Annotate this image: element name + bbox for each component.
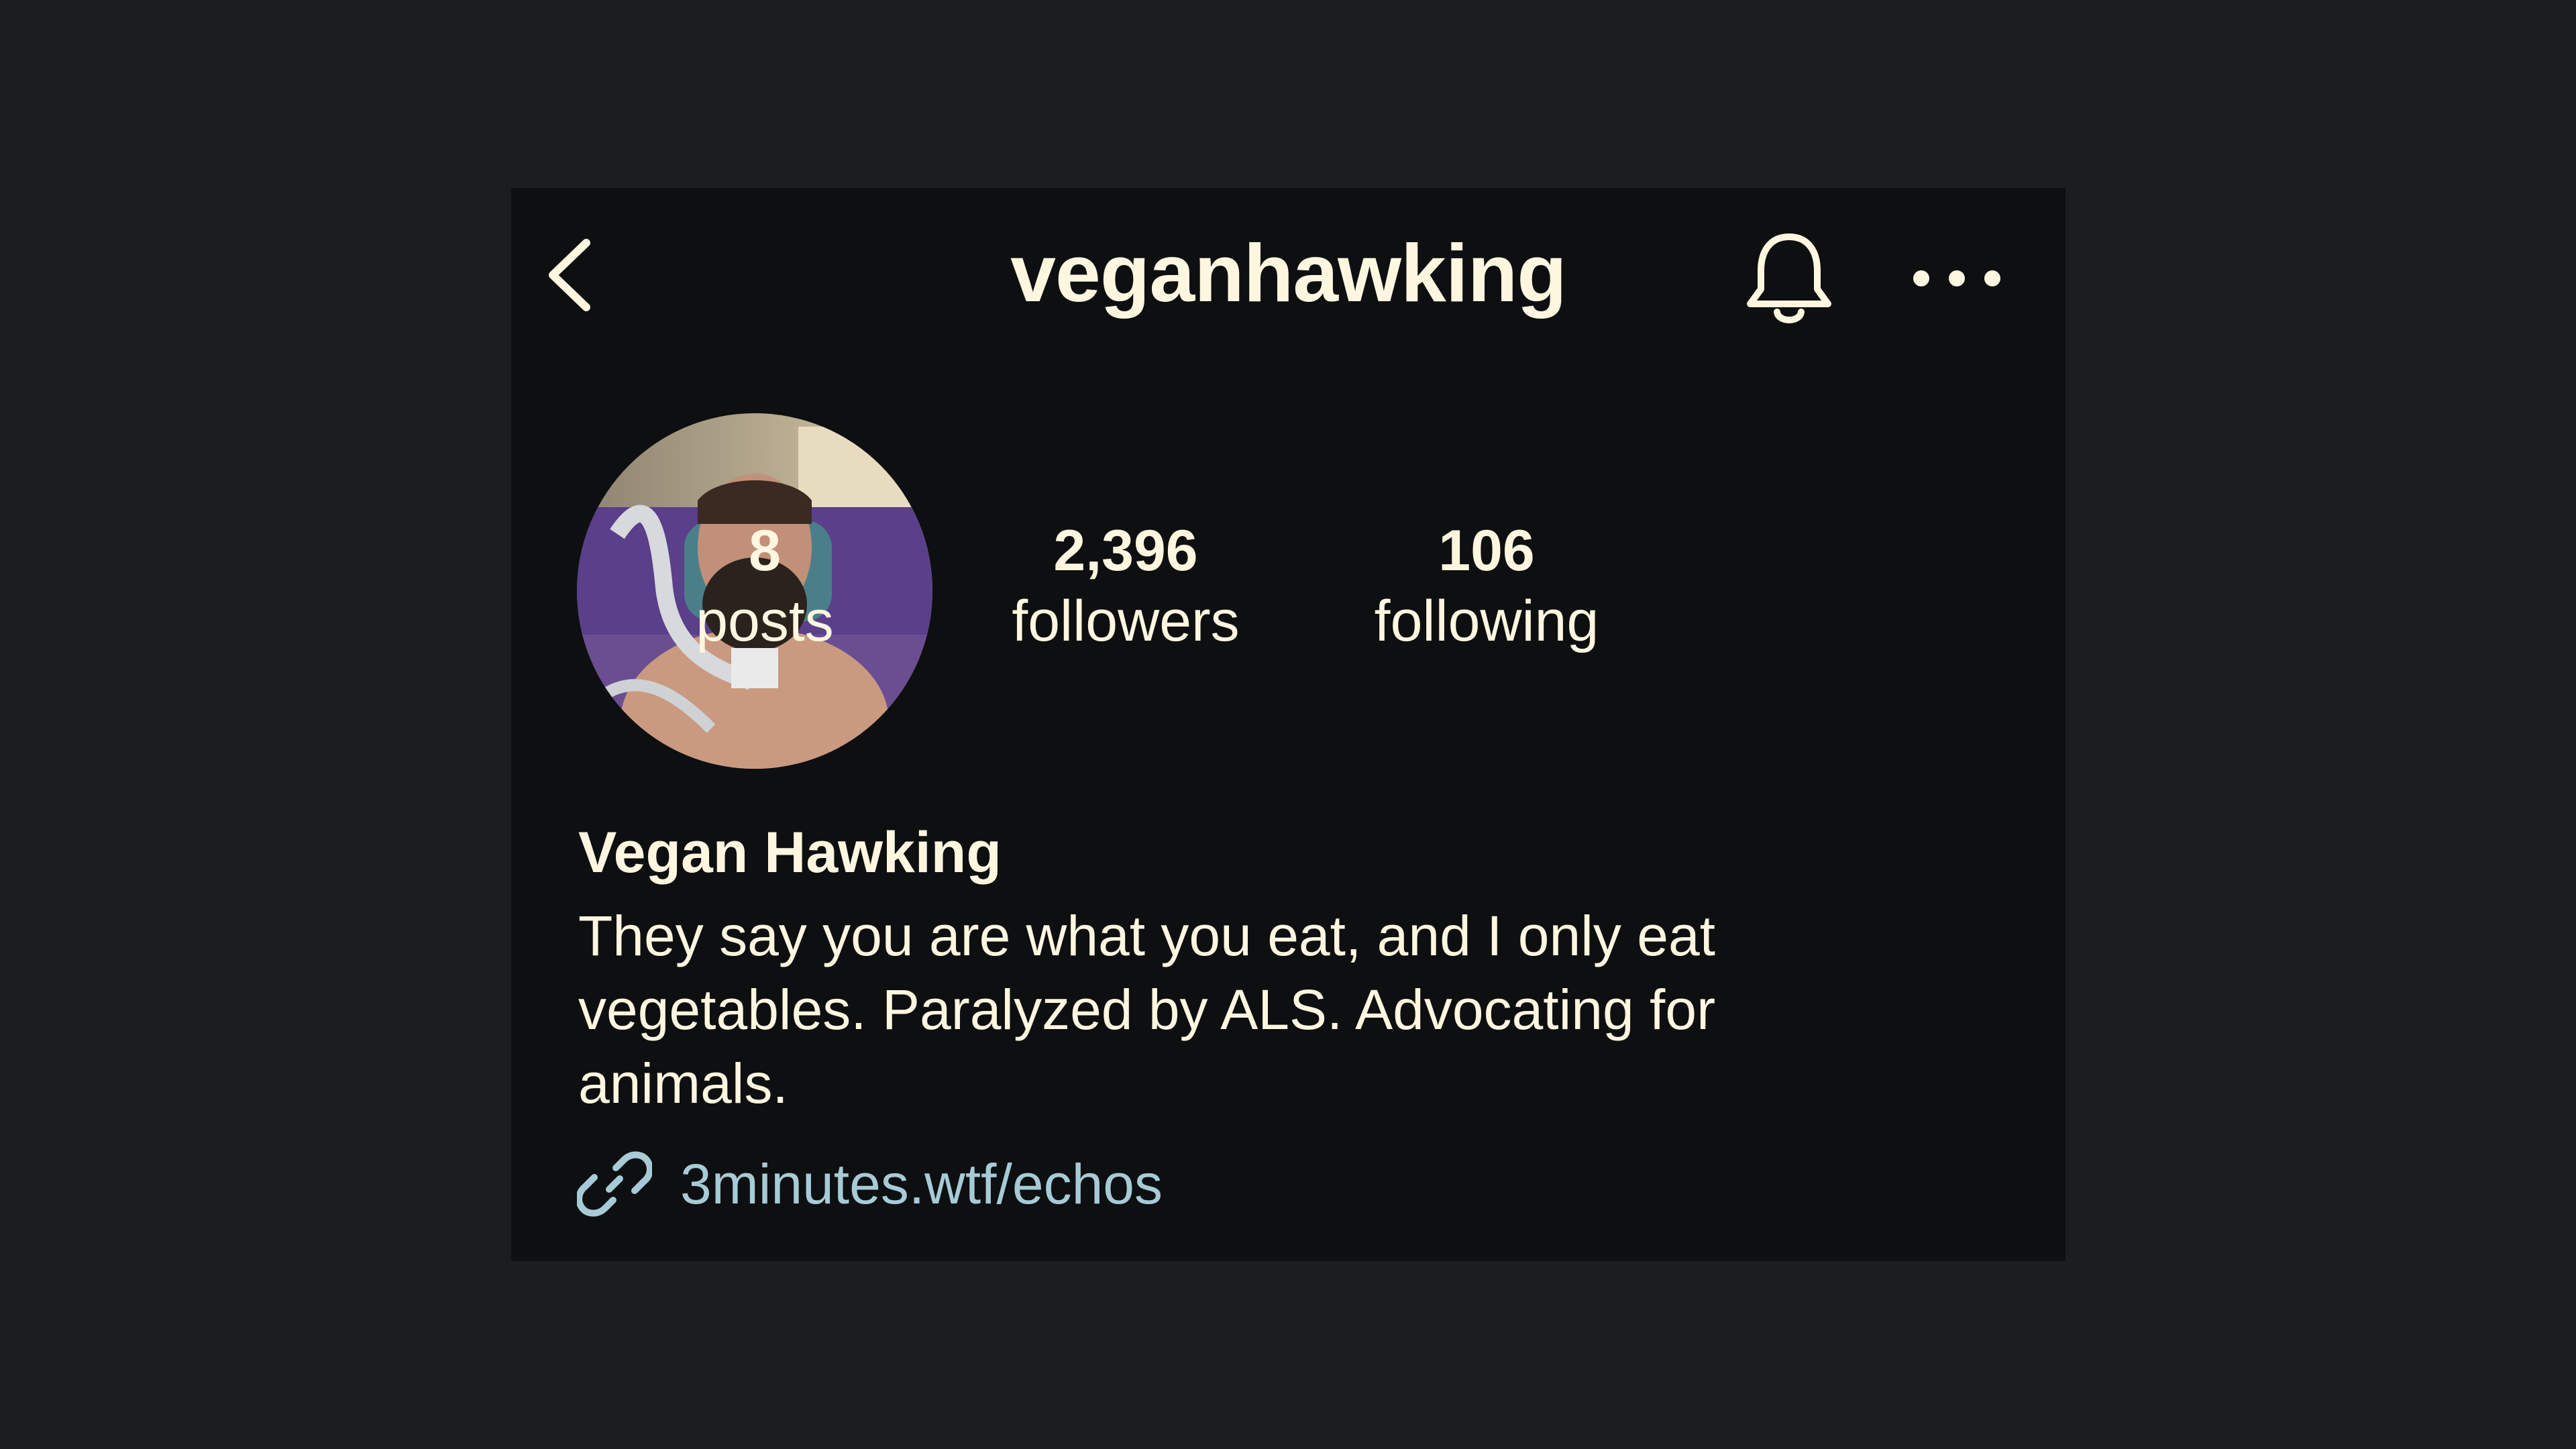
stat-posts[interactable]: 8 posts [597, 517, 932, 658]
followers-label: followers [1012, 589, 1240, 654]
bell-icon [1747, 233, 1831, 323]
link-icon [577, 1151, 652, 1217]
bio-text: They say you are what you eat, and I onl… [578, 904, 1716, 1115]
stat-followers[interactable]: 2,396 followers [958, 517, 1293, 658]
stat-following[interactable]: 106 following [1319, 517, 1654, 658]
following-label: following [1374, 589, 1599, 654]
profile-card: veganhawking 8 posts 2,396 followers 106… [511, 188, 2065, 1261]
more-options-button[interactable] [1907, 248, 2007, 309]
posts-count: 8 [749, 519, 781, 583]
posts-label: posts [696, 589, 834, 654]
more-dots-icon [1913, 270, 2000, 286]
notifications-button[interactable] [1742, 225, 1836, 332]
profile-link[interactable]: 3minutes.wtf/echos [577, 1140, 1163, 1228]
followers-count: 2,396 [1053, 519, 1198, 583]
profile-header: veganhawking [511, 188, 2065, 369]
link-text: 3minutes.wtf/echos [680, 1152, 1163, 1216]
following-count: 106 [1438, 519, 1535, 583]
display-name: Vegan Hawking [578, 820, 1002, 885]
